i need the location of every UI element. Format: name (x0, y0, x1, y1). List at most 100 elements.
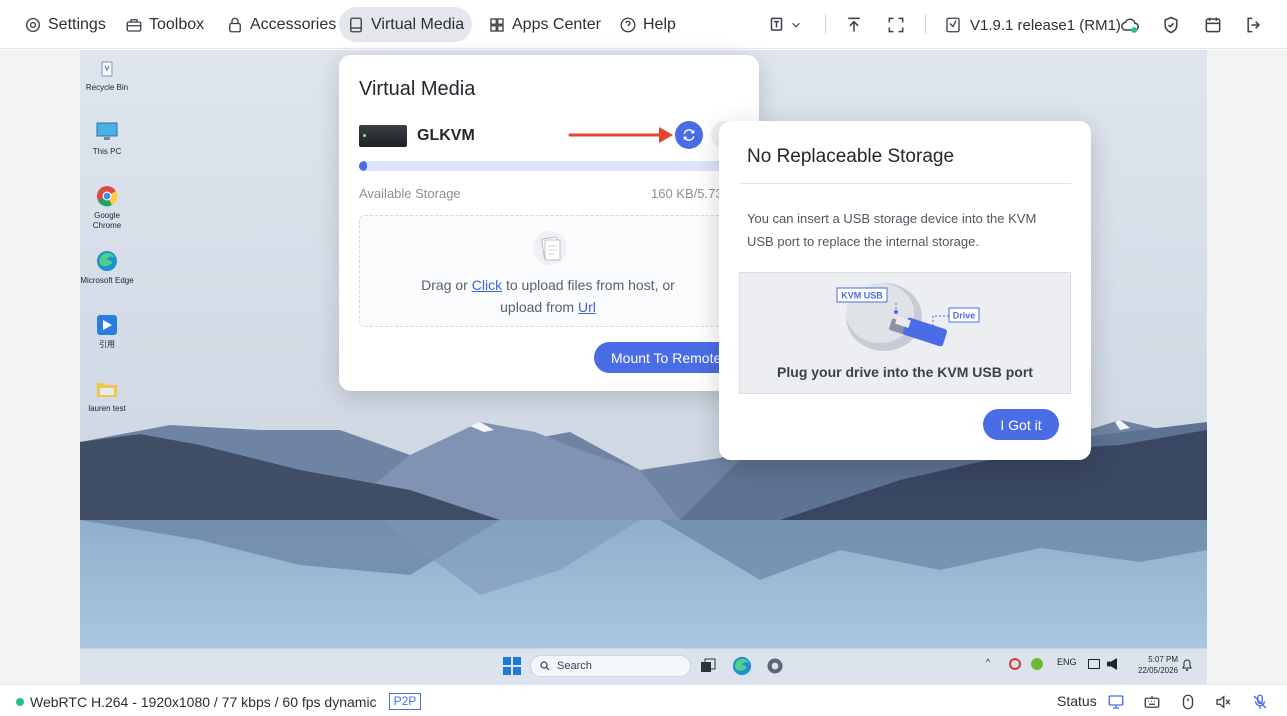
nav-help[interactable]: Help (611, 7, 684, 42)
nav-toolbox-label: Toolbox (149, 15, 205, 33)
panel-title: Virtual Media (359, 78, 476, 100)
drive-label: Drive (953, 311, 976, 321)
upload-dropzone[interactable]: Drag or Click to upload files from host,… (359, 215, 739, 327)
drop-middle-text: to upload files from host, or (502, 277, 675, 293)
tray-volume-icon[interactable] (1107, 658, 1117, 670)
dropzone-text: Drag or Click to upload files from host,… (360, 274, 736, 318)
stream-details: WebRTC H.264 - 1920x1080 / 77 kbps / 60 … (30, 693, 377, 710)
nav-virtual-media[interactable]: Virtual Media (339, 7, 473, 42)
drive-name: GLKVM (417, 127, 475, 144)
virtual-media-panel: Virtual Media GLKVM Available Storage 16… (339, 55, 759, 391)
kvm-usb-drive-illustration: KVM USB Drive (836, 283, 980, 351)
available-storage-value: 160 KB/5.73 (651, 186, 723, 201)
cloud-status-button[interactable] (1119, 12, 1141, 38)
top-navigation-bar: Settings Toolbox Accessories Virtual Med… (0, 0, 1287, 49)
status-bar: WebRTC H.264 - 1920x1080 / 77 kbps / 60 … (0, 684, 1287, 716)
sync-icon (683, 129, 695, 141)
monitor-icon (95, 120, 119, 144)
nav-settings-label: Settings (48, 15, 106, 33)
usb-illustration: KVM USB Drive Plug your drive into the K… (739, 272, 1071, 394)
desktop-icon-chrome[interactable]: Google Chrome (80, 184, 134, 231)
storage-progress-bar (359, 161, 739, 171)
folder-icon (95, 377, 119, 401)
taskbar-settings-icon[interactable] (765, 656, 785, 676)
firmware-icon (946, 17, 960, 33)
edge-icon (95, 249, 119, 273)
desktop-icon-label: Microsoft Edge (80, 276, 134, 285)
desktop-icon-label: This PC (92, 147, 122, 156)
text-input-menu[interactable] (765, 12, 807, 38)
nav-apps-center[interactable]: Apps Center (480, 7, 609, 42)
desktop-icon-folder[interactable]: lauren test (80, 377, 134, 414)
desktop-icon-label: Google Chrome (92, 211, 122, 230)
desktop-icon-label: 引用 (99, 340, 115, 349)
task-view-icon[interactable] (700, 658, 716, 674)
mouse-status-button[interactable] (1178, 692, 1198, 712)
toolbar-divider (925, 14, 926, 34)
drive-icon (350, 17, 362, 32)
nav-help-label: Help (643, 15, 676, 33)
files-icon (532, 228, 568, 268)
tray-network-icon[interactable] (1088, 659, 1100, 669)
mouse-icon (1182, 694, 1194, 710)
monitor-status-button[interactable] (1106, 692, 1126, 712)
fullscreen-button[interactable] (885, 12, 907, 38)
kvm-usb-label: KVM USB (841, 291, 883, 301)
upload-button[interactable] (843, 12, 865, 38)
start-icon[interactable] (503, 657, 521, 675)
available-storage-label: Available Storage (359, 186, 461, 201)
firmware-version[interactable]: V1.9.1 release1 (RM1) (944, 12, 1121, 38)
desktop-icon-edge[interactable]: Microsoft Edge (80, 249, 134, 286)
calendar-button[interactable] (1202, 12, 1224, 38)
monitor-icon (1108, 695, 1124, 709)
shortcut-icon (95, 313, 119, 337)
url-upload-link[interactable]: Url (578, 299, 596, 315)
taskbar-search-placeholder: Search (557, 660, 592, 672)
taskbar-search[interactable]: Search (530, 655, 691, 677)
calendar-icon (1205, 17, 1221, 33)
search-icon (540, 661, 550, 671)
tray-app-icon[interactable] (1031, 658, 1043, 670)
tray-time: 5:07 PM (1148, 655, 1178, 664)
chevron-down-icon (792, 22, 800, 28)
desktop-icon-label: Recycle Bin (85, 83, 129, 92)
security-button[interactable] (1160, 12, 1182, 38)
cloud-icon (1121, 18, 1139, 33)
nav-accessories[interactable]: Accessories (218, 7, 344, 42)
tray-language[interactable]: ENG (1057, 657, 1077, 667)
logout-button[interactable] (1243, 12, 1265, 38)
apps-icon (490, 17, 504, 32)
status-label[interactable]: Status (1057, 693, 1097, 709)
desktop-icon-shortcut[interactable]: 引用 (80, 313, 134, 350)
nav-toolbox[interactable]: Toolbox (117, 7, 212, 42)
microphone-muted-button[interactable] (1250, 692, 1270, 712)
nav-virtual-media-label: Virtual Media (371, 15, 465, 33)
nav-accessories-label: Accessories (250, 15, 337, 33)
toolbar-divider (825, 14, 826, 34)
toolbox-icon (126, 18, 142, 32)
desktop-icon-recycle-bin[interactable]: Recycle Bin (80, 56, 134, 93)
logout-icon (1247, 17, 1261, 33)
click-upload-link[interactable]: Click (472, 277, 502, 293)
text-cursor-icon (770, 17, 783, 31)
nav-settings[interactable]: Settings (16, 7, 114, 42)
windows-taskbar: Search ^ ENG 5:07 PM 22/05/2026 (80, 648, 1207, 684)
tray-chevron-up-icon[interactable]: ^ (986, 657, 990, 667)
microphone-muted-icon (1253, 694, 1267, 709)
tray-bell-icon[interactable] (1182, 658, 1192, 671)
tray-clock[interactable]: 5:07 PM 22/05/2026 (1122, 654, 1178, 676)
help-icon (620, 17, 636, 32)
got-it-button[interactable]: I Got it (983, 409, 1059, 440)
popover-title: No Replaceable Storage (747, 146, 955, 167)
no-replaceable-storage-popover: No Replaceable Storage You can insert a … (719, 121, 1091, 460)
popover-description: You can insert a USB storage device into… (747, 211, 1037, 249)
shield-check-icon (1164, 16, 1178, 34)
tray-record-icon[interactable] (1009, 658, 1021, 670)
desktop-icon-this-pc[interactable]: This PC (80, 120, 134, 157)
switch-storage-button[interactable] (675, 121, 703, 149)
keyboard-status-button[interactable] (1142, 692, 1162, 712)
taskbar-edge-icon[interactable] (732, 656, 752, 676)
desktop-icon-label: lauren test (88, 404, 126, 413)
usb-drive-image (359, 125, 407, 147)
speaker-muted-button[interactable] (1213, 692, 1233, 712)
